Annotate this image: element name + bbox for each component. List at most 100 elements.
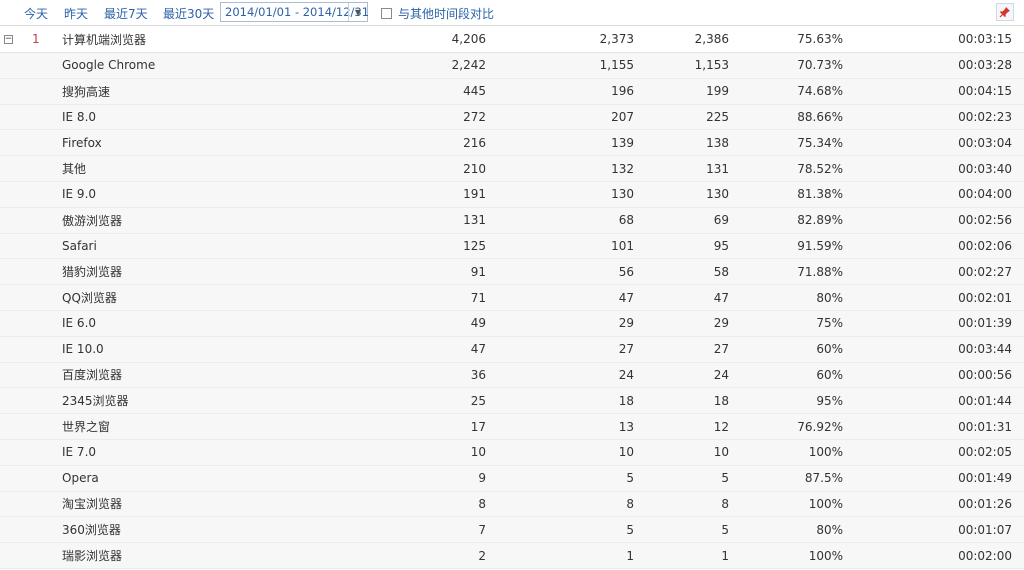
table-row[interactable]: 瑞影浏览器 2 1 1 100% 00:02:00: [0, 543, 1024, 569]
value-4: 91.59%: [797, 238, 843, 253]
value-2: 196: [611, 84, 634, 99]
value-1: 2: [478, 548, 486, 563]
value-1: 7: [478, 522, 486, 537]
value-2: 47: [618, 290, 634, 305]
value-2: 207: [611, 109, 634, 124]
value-2: 13: [618, 419, 634, 434]
value-5: 00:01:49: [958, 471, 1012, 486]
value-3: 29: [713, 316, 729, 331]
browser-name: Firefox: [62, 135, 102, 150]
value-2: 29: [618, 316, 634, 331]
value-1: 131: [463, 213, 486, 228]
value-1: 91: [470, 264, 486, 279]
value-1: 10: [470, 445, 486, 460]
value-4: 80%: [816, 290, 843, 305]
value-2: 130: [611, 187, 634, 202]
table-row[interactable]: IE 9.0 191 130 130 81.38% 00:04:00: [0, 181, 1024, 208]
value-1: 125: [463, 238, 486, 253]
group-rank: 1: [32, 32, 40, 46]
value-1: 25: [470, 393, 486, 408]
value-2: 1,155: [599, 58, 634, 73]
last-7-days-link[interactable]: 最近7天: [104, 5, 148, 22]
value-4: 87.5%: [804, 471, 843, 486]
browser-name: QQ浏览器: [62, 291, 117, 306]
browser-name: IE 6.0: [62, 316, 97, 331]
yesterday-link[interactable]: 昨天: [64, 5, 88, 22]
last-30-days-link[interactable]: 最近30天: [163, 5, 214, 22]
browser-name: Google Chrome: [62, 58, 156, 73]
value-3: 130: [706, 187, 729, 202]
value-1: 9: [478, 471, 486, 486]
value-5: 00:03:28: [958, 58, 1012, 73]
browser-table: − 1 计算机端浏览器 4,206 2,373 2,386 75.63% 00:…: [0, 26, 1024, 569]
table-row[interactable]: IE 10.0 47 27 27 60% 00:03:44: [0, 336, 1024, 363]
value-5: 00:02:23: [958, 109, 1012, 124]
value-3: 10: [713, 445, 729, 460]
value-3: 5: [721, 471, 729, 486]
value-5: 00:03:40: [958, 161, 1012, 176]
value-2: 18: [618, 393, 634, 408]
table-row[interactable]: IE 7.0 10 10 10 100% 00:02:05: [0, 439, 1024, 466]
value-4: 75%: [816, 316, 843, 331]
value-3: 199: [706, 84, 729, 99]
pin-button[interactable]: [996, 3, 1014, 21]
value-4: 100%: [808, 496, 843, 511]
date-range-select[interactable]: 2014/01/01 - 2014/12/31 ▼: [220, 2, 370, 22]
expand-cell: −: [4, 26, 14, 52]
table-row[interactable]: 百度浏览器 36 24 24 60% 00:00:56: [0, 362, 1024, 389]
value-4: 88.66%: [797, 109, 843, 124]
value-3: 131: [706, 161, 729, 176]
value-4: 78.52%: [797, 161, 843, 176]
table-group-row[interactable]: − 1 计算机端浏览器 4,206 2,373 2,386 75.63% 00:…: [0, 26, 1024, 53]
collapse-minus-icon[interactable]: −: [4, 34, 13, 44]
value-1: 8: [478, 496, 486, 511]
table-row[interactable]: Opera 9 5 5 87.5% 00:01:49: [0, 465, 1024, 492]
table-row[interactable]: 其他 210 132 131 78.52% 00:03:40: [0, 156, 1024, 182]
table-row[interactable]: IE 8.0 272 207 225 88.66% 00:02:23: [0, 104, 1024, 131]
compare-checkbox[interactable]: [381, 8, 392, 19]
chevron-down-icon[interactable]: ▼: [348, 3, 367, 21]
table-row[interactable]: 搜狗高速 445 196 199 74.68% 00:04:15: [0, 78, 1024, 105]
value-4: 75.34%: [797, 135, 843, 150]
browser-name: 搜狗高速: [62, 84, 111, 99]
table-row[interactable]: Safari 125 101 95 91.59% 00:02:06: [0, 233, 1024, 260]
value-1: 191: [463, 187, 486, 202]
table-row[interactable]: Firefox 216 139 138 75.34% 00:03:04: [0, 130, 1024, 157]
value-5: 00:02:56: [958, 213, 1012, 228]
value-1: 272: [463, 109, 486, 124]
browser-name: 2345浏览器: [62, 394, 129, 409]
table-row[interactable]: 猎豹浏览器 91 56 58 71.88% 00:02:27: [0, 259, 1024, 286]
group-name: 计算机端浏览器: [62, 32, 147, 47]
table-row[interactable]: 世界之窗 17 13 12 76.92% 00:01:31: [0, 414, 1024, 440]
group-value-1: 4,206: [451, 32, 486, 46]
value-4: 82.89%: [797, 213, 843, 228]
table-row[interactable]: IE 6.0 49 29 29 75% 00:01:39: [0, 310, 1024, 337]
value-4: 70.73%: [797, 58, 843, 73]
browser-name: IE 7.0: [62, 445, 97, 460]
table-row[interactable]: 淘宝浏览器 8 8 8 100% 00:01:26: [0, 491, 1024, 518]
table-row[interactable]: 2345浏览器 25 18 18 95% 00:01:44: [0, 388, 1024, 415]
value-5: 00:04:00: [958, 187, 1012, 202]
value-3: 47: [713, 290, 729, 305]
table-row[interactable]: Google Chrome 2,242 1,155 1,153 70.73% 0…: [0, 53, 1024, 79]
value-5: 00:01:44: [958, 393, 1012, 408]
value-4: 71.88%: [797, 264, 843, 279]
browser-name: 百度浏览器: [62, 368, 123, 383]
value-3: 1,153: [694, 58, 729, 73]
table-row[interactable]: QQ浏览器 71 47 47 80% 00:02:01: [0, 285, 1024, 311]
value-4: 80%: [816, 522, 843, 537]
table-row[interactable]: 傲游浏览器 131 68 69 82.89% 00:02:56: [0, 207, 1024, 234]
table-row[interactable]: 360浏览器 7 5 5 80% 00:01:07: [0, 517, 1024, 544]
value-5: 00:04:15: [958, 84, 1012, 99]
value-4: 100%: [808, 548, 843, 563]
date-range-value: 2014/01/01 - 2014/12/31: [225, 5, 370, 19]
browser-name: 傲游浏览器: [62, 213, 123, 228]
browser-name: Safari: [62, 238, 97, 253]
value-5: 00:01:39: [958, 316, 1012, 331]
value-3: 95: [713, 238, 729, 253]
value-2: 8: [626, 496, 634, 511]
value-5: 00:01:07: [958, 522, 1012, 537]
today-link[interactable]: 今天: [24, 5, 48, 22]
compare-toggle[interactable]: 与其他时间段对比: [381, 5, 494, 22]
group-value-4: 75.63%: [797, 32, 843, 46]
